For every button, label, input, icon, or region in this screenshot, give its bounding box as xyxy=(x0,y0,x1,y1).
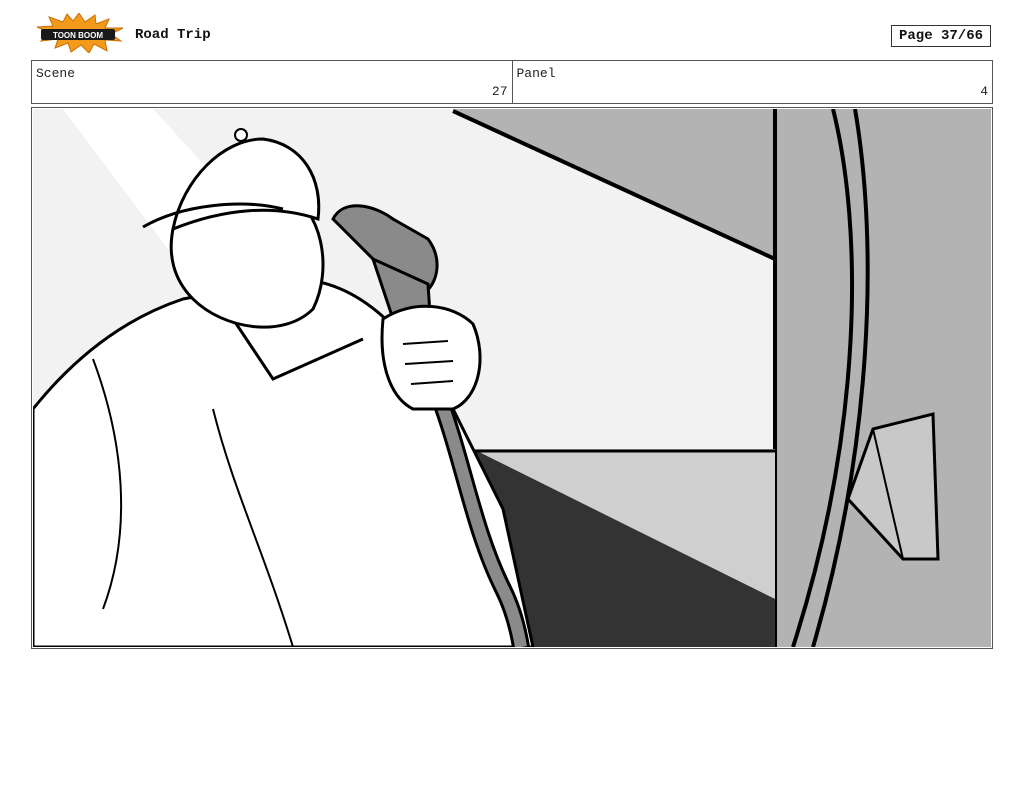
scene-label: Scene xyxy=(36,66,76,81)
toon-boom-logo: TOON BOOM xyxy=(33,12,125,54)
storyboard-sketch-image xyxy=(33,109,991,647)
panel-label: Panel xyxy=(516,66,556,81)
document-title: Road Trip xyxy=(135,27,211,43)
storyboard-panel xyxy=(31,107,993,649)
svg-text:TOON BOOM: TOON BOOM xyxy=(53,31,103,40)
page-indicator: Page 37/66 xyxy=(891,25,991,47)
scene-cell: Scene 27 xyxy=(32,61,512,103)
panel-number: 4 xyxy=(980,84,988,99)
scene-number: 27 xyxy=(491,84,508,99)
scene-panel-info: Scene 27 Panel 4 xyxy=(31,60,993,104)
panel-cell: Panel 4 xyxy=(511,61,993,103)
